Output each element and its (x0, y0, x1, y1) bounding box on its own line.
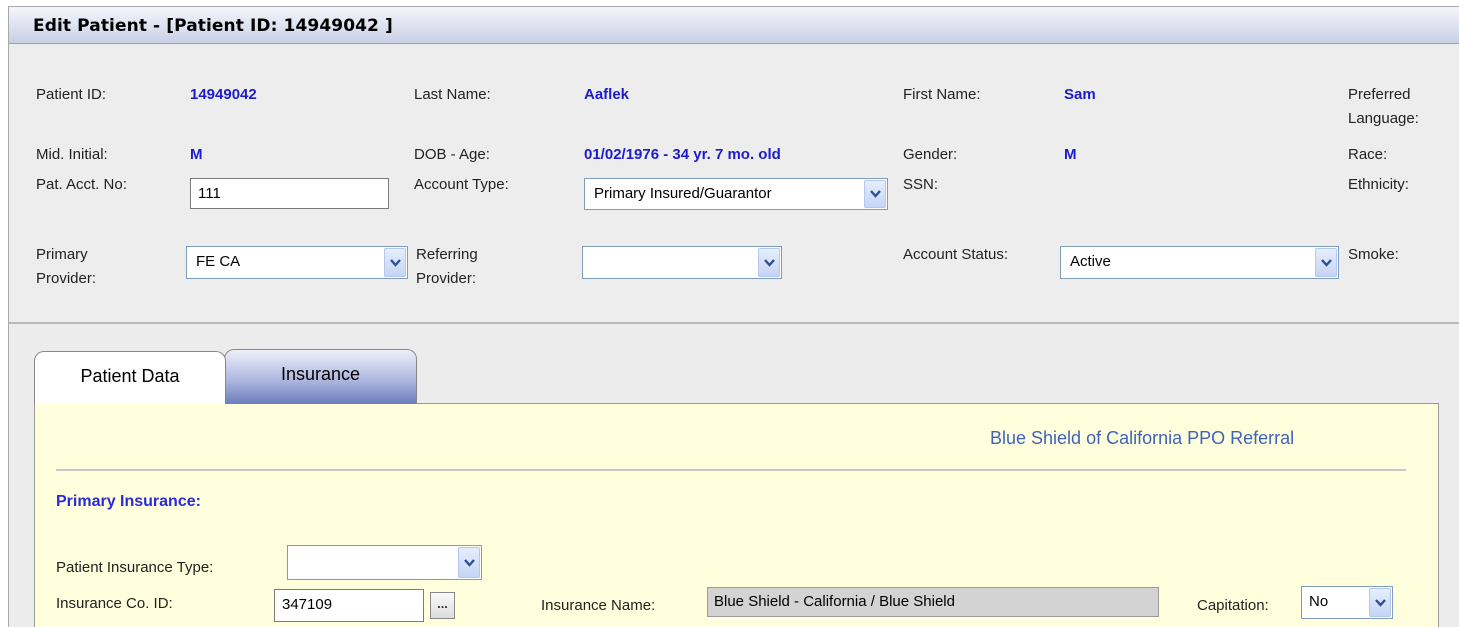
account-type-select[interactable]: Primary Insured/Guarantor (584, 178, 888, 210)
referring-provider-label-line2: Provider: (416, 270, 477, 287)
primary-provider-label-line2: Provider: (36, 270, 97, 287)
window-title-bar: Edit Patient - [Patient ID: 14949042 ] (9, 7, 1459, 44)
divider (56, 469, 1406, 471)
account-status-select[interactable]: Active (1060, 246, 1339, 279)
referring-provider-label-line1: Referring (416, 246, 478, 263)
plan-name-link[interactable]: Blue Shield of California PPO Referral (990, 428, 1294, 449)
insurance-lookup-button[interactable]: ... (430, 592, 455, 619)
account-status-value: Active (1070, 253, 1111, 270)
dob-age-label: DOB - Age: (414, 146, 490, 163)
mid-initial-label: Mid. Initial: (36, 146, 108, 163)
insurance-name-field: Blue Shield - California / Blue Shield (707, 587, 1159, 617)
gender-label: Gender: (903, 146, 958, 163)
patient-id-value: 14949042 (190, 86, 257, 103)
chevron-down-icon[interactable] (1369, 588, 1391, 617)
chevron-down-icon[interactable] (1315, 248, 1337, 277)
preferred-language-label-line2: Language: (1348, 110, 1419, 127)
account-type-label: Account Type: (414, 176, 509, 193)
ssn-label: SSN: (903, 176, 939, 193)
insurance-name-label: Insurance Name: (541, 597, 656, 614)
last-name-value: Aaflek (584, 86, 630, 103)
race-label: Race: (1348, 146, 1388, 163)
tab-insurance[interactable]: Insurance (224, 349, 417, 404)
chevron-down-icon[interactable] (458, 547, 480, 578)
last-name-label: Last Name: (414, 86, 491, 103)
first-name-value: Sam (1064, 86, 1096, 103)
first-name-label: First Name: (903, 86, 981, 103)
chevron-down-icon[interactable] (384, 248, 406, 277)
preferred-language-label-line1: Preferred (1348, 86, 1411, 103)
chevron-down-icon[interactable] (758, 248, 780, 277)
primary-provider-select[interactable]: FE CA (186, 246, 408, 279)
insurance-co-id-label: Insurance Co. ID: (56, 595, 173, 612)
tab-patient-data[interactable]: Patient Data (34, 351, 226, 404)
gender-value: M (1064, 146, 1077, 163)
capitation-label: Capitation: (1197, 597, 1269, 614)
smoke-label: Smoke: (1348, 246, 1399, 263)
primary-insurance-heading: Primary Insurance: (56, 493, 201, 510)
mid-initial-value: M (190, 146, 203, 163)
dob-age-value: 01/02/1976 - 34 yr. 7 mo. old (584, 146, 781, 163)
pat-acct-label: Pat. Acct. No: (36, 176, 127, 193)
ethnicity-label: Ethnicity: (1348, 176, 1409, 193)
pat-acct-input[interactable]: 111 (190, 178, 389, 209)
capitation-select[interactable]: No (1301, 586, 1393, 619)
insurance-co-id-input[interactable]: 347109 (274, 589, 424, 622)
chevron-down-icon[interactable] (864, 180, 886, 208)
patient-insurance-type-select[interactable] (287, 545, 482, 580)
window-title: Edit Patient - [Patient ID: 14949042 ] (33, 16, 393, 36)
account-type-value: Primary Insured/Guarantor (594, 185, 772, 202)
patient-id-label: Patient ID: (36, 86, 107, 103)
primary-provider-value: FE CA (196, 253, 241, 270)
primary-provider-label-line1: Primary (36, 246, 88, 263)
account-status-label: Account Status: (903, 246, 1009, 263)
referring-provider-select[interactable] (582, 246, 782, 279)
patient-insurance-type-label: Patient Insurance Type: (56, 559, 214, 576)
capitation-value: No (1309, 593, 1329, 610)
